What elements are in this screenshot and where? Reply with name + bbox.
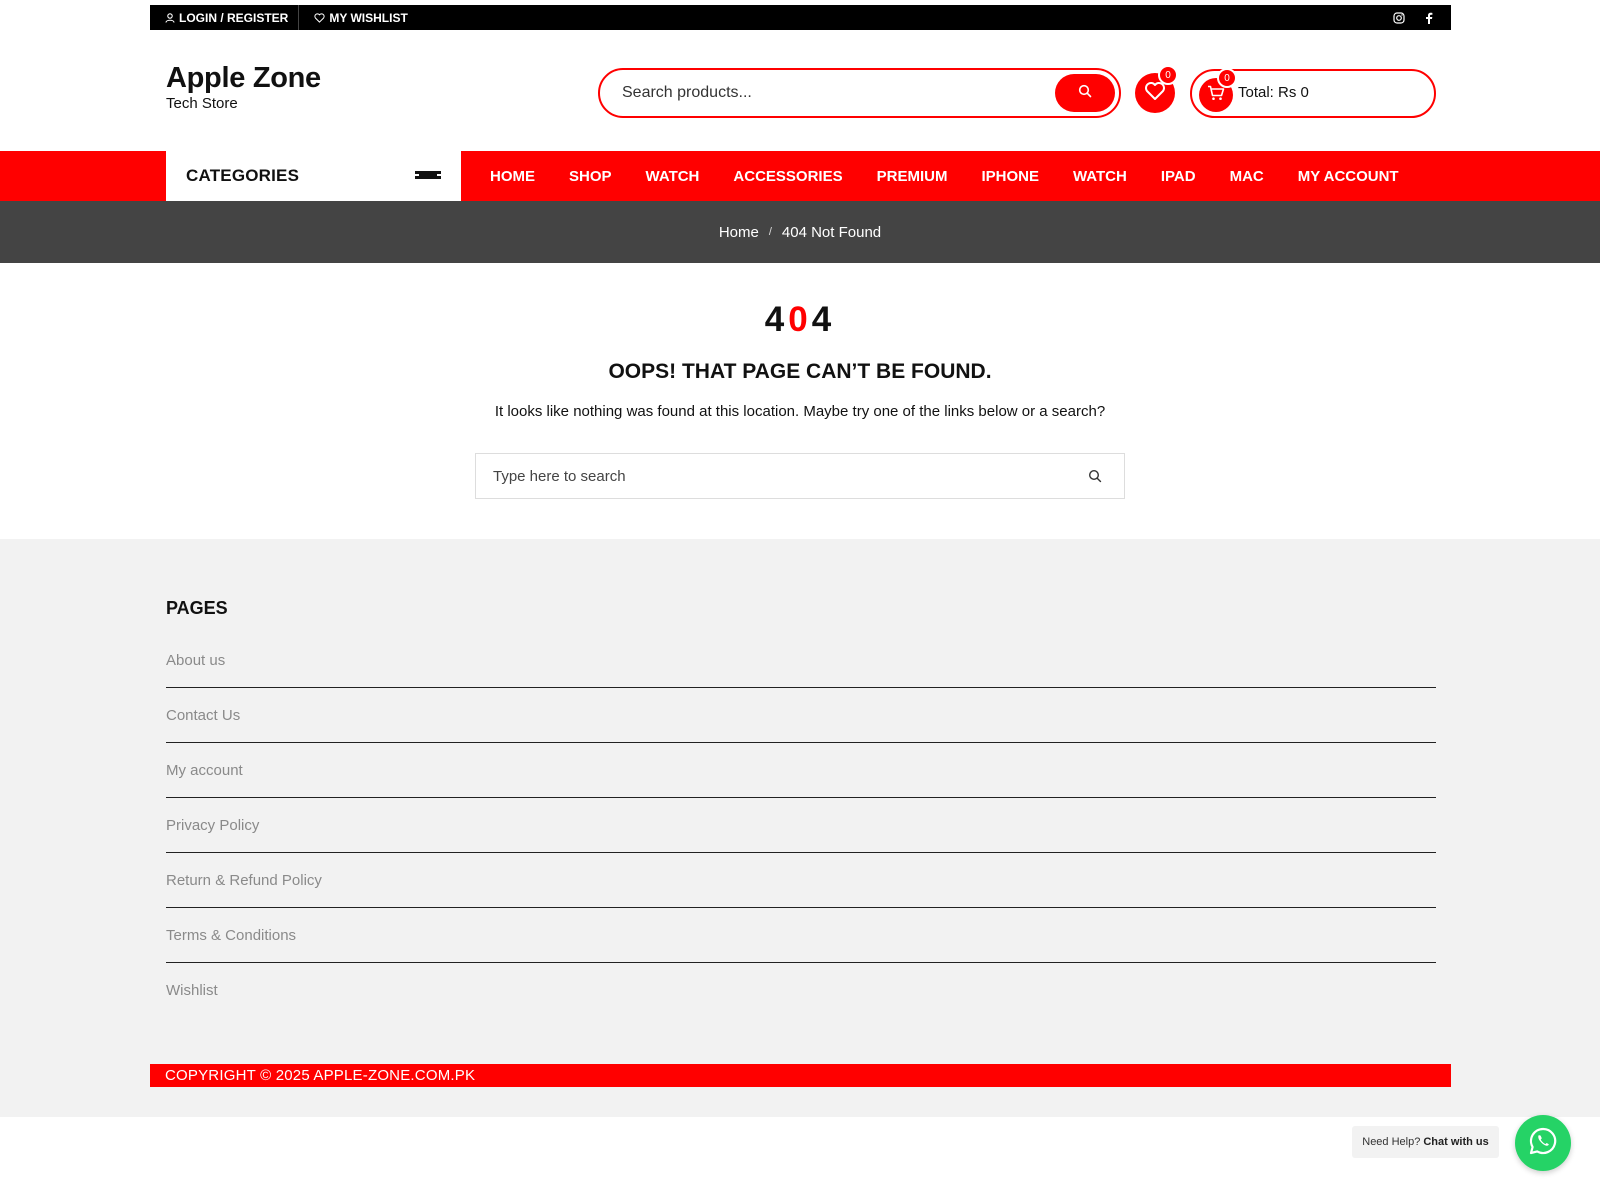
- nav-item-iphone[interactable]: IPHONE: [981, 168, 1039, 185]
- error-code-digit-2: 0: [788, 300, 812, 339]
- site-tagline: Tech Store: [166, 95, 238, 112]
- footer-pages-title: PAGES: [166, 598, 228, 618]
- login-register-link[interactable]: LOGIN / REGISTER: [150, 5, 298, 30]
- error-code-digit-3: 4: [811, 300, 836, 339]
- my-wishlist-link[interactable]: MY WISHLIST: [299, 5, 417, 30]
- my-wishlist-label: MY WISHLIST: [329, 10, 408, 25]
- instagram-icon[interactable]: [1393, 11, 1405, 24]
- footer-pages-list: About us Contact Us My account Privacy P…: [166, 633, 1436, 1018]
- menu-icon: [415, 169, 441, 189]
- site-search-input[interactable]: [493, 467, 1124, 485]
- heart-outline-icon: [314, 12, 325, 23]
- footer-link-return-refund-policy[interactable]: Return & Refund Policy: [166, 853, 1436, 908]
- search-icon: [1078, 84, 1092, 103]
- breadcrumb-home[interactable]: Home: [719, 224, 759, 241]
- cart-total: Total: Rs 0: [1238, 84, 1309, 101]
- footer-link-about-us[interactable]: About us: [166, 633, 1436, 688]
- footer-link-contact-us[interactable]: Contact Us: [166, 688, 1436, 743]
- nav-item-accessories[interactable]: ACCESSORIES: [733, 168, 842, 185]
- product-search-bar: [598, 68, 1121, 118]
- nav-item-watch[interactable]: WATCH: [646, 168, 700, 185]
- breadcrumb: Home / 404 Not Found: [0, 201, 1600, 263]
- page: LOGIN / REGISTER MY WISHLIST Apple Zone …: [0, 0, 1600, 1200]
- social-links: [1393, 11, 1451, 24]
- nav-item-watch-2[interactable]: WATCH: [1073, 168, 1127, 185]
- breadcrumb-separator: /: [768, 226, 772, 238]
- product-search-input[interactable]: [622, 84, 1119, 102]
- footer-link-wishlist[interactable]: Wishlist: [166, 963, 1436, 1018]
- nav-item-mac[interactable]: MAC: [1230, 168, 1264, 185]
- nav-item-shop[interactable]: SHOP: [569, 168, 612, 185]
- site-title: Apple Zone: [166, 62, 321, 94]
- top-bar: LOGIN / REGISTER MY WISHLIST: [150, 5, 1451, 30]
- site-logo[interactable]: Apple Zone Tech Store: [166, 62, 321, 112]
- footer-link-terms-conditions[interactable]: Terms & Conditions: [166, 908, 1436, 963]
- chat-help-bubble[interactable]: Need Help? Chat with us: [1352, 1126, 1499, 1158]
- nav-item-my-account[interactable]: MY ACCOUNT: [1298, 168, 1399, 185]
- wishlist-count-badge: 0: [1158, 65, 1178, 85]
- error-title: OOPS! THAT PAGE CAN’T BE FOUND.: [608, 360, 992, 383]
- facebook-icon[interactable]: [1425, 12, 1433, 24]
- copyright-bar: COPYRIGHT © 2025 APPLE-ZONE.COM.PK: [150, 1064, 1451, 1087]
- login-register-label: LOGIN / REGISTER: [179, 10, 289, 25]
- footer-link-privacy-policy[interactable]: Privacy Policy: [166, 798, 1436, 853]
- error-message: It looks like nothing was found at this …: [494, 403, 1106, 420]
- product-search-button[interactable]: [1055, 74, 1115, 112]
- heart-icon: [1144, 81, 1166, 106]
- site-search-icon[interactable]: [1088, 469, 1102, 488]
- site-search-box: [475, 453, 1125, 499]
- cart-icon: [1207, 85, 1225, 106]
- footer-link-my-account[interactable]: My account: [166, 743, 1436, 798]
- nav-menu: HOME SHOP WATCH ACCESSORIES PREMIUM IPHO…: [490, 151, 1433, 201]
- chat-help-prefix: Need Help?: [1362, 1136, 1421, 1148]
- nav-item-premium[interactable]: PREMIUM: [877, 168, 948, 185]
- whatsapp-icon: [1528, 1126, 1558, 1161]
- error-code-digit-1: 4: [764, 300, 789, 339]
- error-code: 404: [0, 300, 1600, 340]
- cart-count-badge: 0: [1217, 68, 1237, 88]
- categories-toggle[interactable]: CATEGORIES: [166, 151, 461, 201]
- whatsapp-chat-button[interactable]: [1515, 1115, 1571, 1171]
- nav-item-ipad[interactable]: IPAD: [1161, 168, 1196, 185]
- nav-item-home[interactable]: HOME: [490, 168, 535, 185]
- breadcrumb-current: 404 Not Found: [781, 223, 882, 241]
- user-icon: [165, 12, 175, 23]
- chat-help-label: Chat with us: [1423, 1136, 1489, 1148]
- categories-label: CATEGORIES: [186, 166, 300, 185]
